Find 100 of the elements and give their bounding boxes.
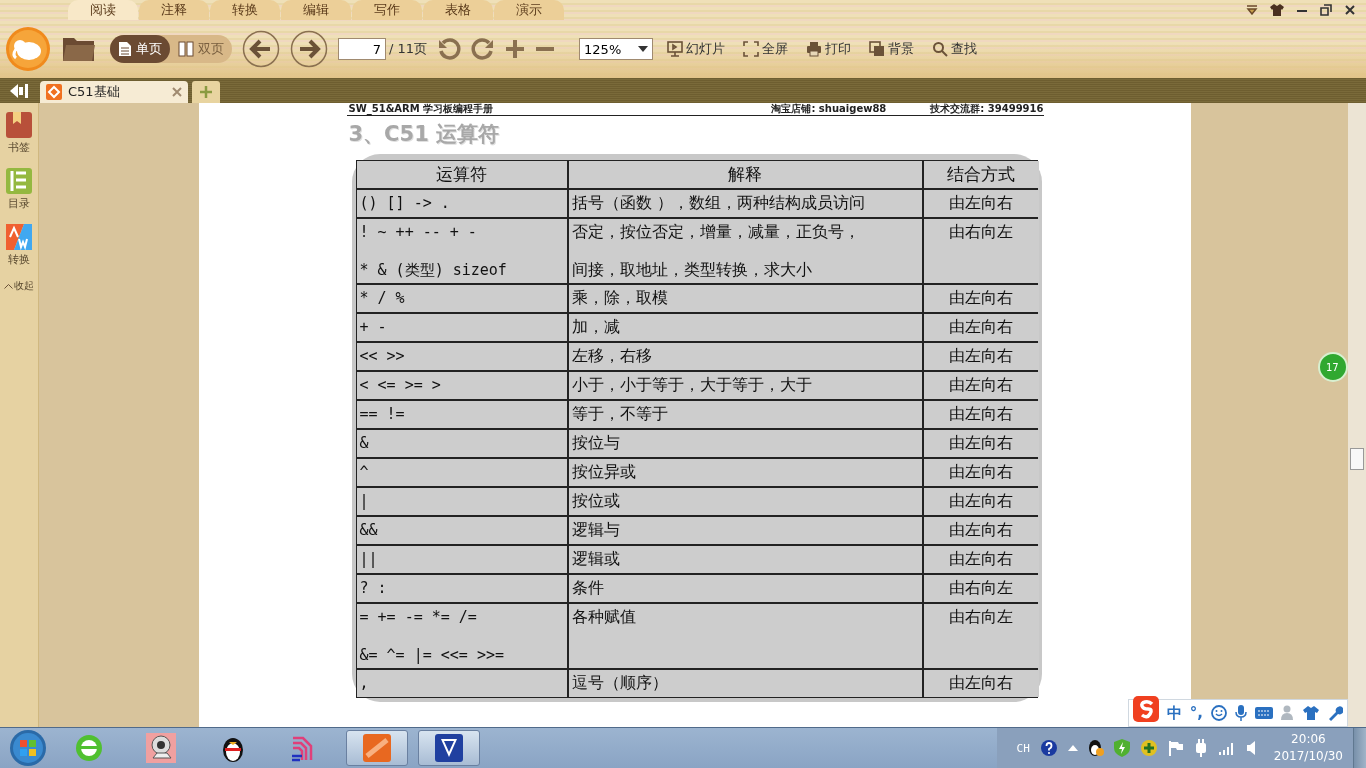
table-cell: 等于，不等于 (568, 401, 922, 428)
table-cell: | (356, 488, 567, 515)
table-cell: + - (356, 314, 567, 341)
table-cell: < <= >= > (356, 372, 567, 399)
column-header: 结合方式 (923, 161, 1039, 188)
table-cell: 由左向右 (923, 314, 1039, 341)
table-cell: 括号（函数 ），数组，两种结构成员访问 (568, 190, 922, 217)
view-mode-button[interactable]: 单页 (110, 35, 170, 63)
toc-icon (5, 167, 33, 195)
table-cell: 由左向右 (923, 430, 1039, 457)
menu-tab[interactable]: 阅读 (68, 0, 138, 20)
shield-icon[interactable] (1113, 739, 1130, 757)
caret-icon (4, 283, 13, 289)
folder-icon[interactable] (62, 35, 96, 63)
ime-mode[interactable]: 中 (1166, 703, 1182, 723)
table-cell: 由左向右 (923, 401, 1039, 428)
close-icon[interactable] (1344, 4, 1356, 16)
shirt-icon[interactable] (1303, 706, 1319, 720)
power-plug-icon[interactable] (1193, 739, 1208, 757)
show-hidden-icons-icon[interactable] (1067, 744, 1078, 752)
table-cell: * / % (356, 285, 567, 312)
page-icon (118, 41, 132, 57)
menu-tab[interactable]: 编辑 (281, 0, 351, 20)
page-total: / 11页 (389, 40, 428, 58)
slideshow-icon (667, 41, 684, 57)
collapse-button[interactable]: 收起 (4, 279, 34, 293)
rotate-left-icon[interactable] (437, 37, 462, 61)
table-cell: 加，减 (568, 314, 922, 341)
table-cell: 由右向左 (923, 575, 1039, 602)
table-cell: && (356, 517, 567, 544)
ime-punctuation[interactable]: °, (1189, 704, 1203, 722)
table-cell: 逻辑或 (568, 546, 922, 573)
table-cell: & (356, 430, 567, 457)
scrollbar[interactable] (1348, 103, 1366, 727)
search-icon (932, 41, 949, 57)
convert-icon (5, 223, 33, 251)
search-button[interactable]: 查找 (928, 40, 982, 58)
help-icon[interactable] (1039, 739, 1058, 757)
zoom-dropdown[interactable]: 125% (579, 38, 654, 60)
table-cell: 由左向右 (923, 670, 1039, 697)
elephant-logo-icon[interactable] (4, 25, 52, 73)
microphone-icon[interactable] (1235, 705, 1247, 721)
rotate-right-icon[interactable] (471, 37, 496, 61)
toc-button[interactable]: 目录 (5, 167, 33, 211)
table-cell: 由左向右 (923, 372, 1039, 399)
menu-tab[interactable]: 演示 (494, 0, 564, 20)
webcam-icon (145, 732, 177, 764)
wrench-icon[interactable] (1327, 705, 1343, 721)
header-title: SW_51&ARM 学习板编程手册 (348, 103, 494, 114)
dropdown-caret-icon (638, 46, 649, 52)
bookmark-button[interactable]: 书签 (5, 111, 33, 155)
menu-tab[interactable]: 写作 (352, 0, 422, 20)
speaker-icon[interactable] (1245, 740, 1256, 756)
table-cell: == != (356, 401, 567, 428)
flag-icon[interactable] (1167, 740, 1184, 756)
menu-tab[interactable]: 表格 (423, 0, 493, 20)
page-number-field[interactable]: 7 (338, 38, 386, 60)
slideshow-button[interactable]: 幻灯片 (663, 40, 730, 58)
table-cell: 条件 (568, 575, 922, 602)
table-cell: = += -= *= /= &= ^= |= <<= >>= (356, 604, 567, 668)
user-icon[interactable] (1281, 705, 1295, 721)
convert-button[interactable]: 转换 (5, 223, 33, 267)
show-desktop-button[interactable] (1353, 728, 1366, 768)
table-cell: 按位异或 (568, 459, 922, 486)
document-tab[interactable]: C51基础 (40, 81, 188, 103)
sidebar-toggle-icon[interactable] (10, 83, 28, 98)
two-page-icon (178, 41, 194, 57)
fullscreen-button[interactable]: 全屏 (739, 40, 793, 58)
table-cell: () [] -> . (356, 190, 567, 217)
table-cell: 由左向右 (923, 488, 1039, 515)
table-cell: 逻辑与 (568, 517, 922, 544)
zoom-in-icon[interactable] (505, 39, 526, 59)
menu-tab[interactable]: 注释 (139, 0, 209, 20)
print-button[interactable]: 打印 (802, 40, 856, 58)
table-cell: 小于，小于等于，大于等于，大于 (568, 372, 922, 399)
table-cell: << >> (356, 343, 567, 370)
table-cell: ! ~ ++ -- + - * & (类型) sizeof (356, 219, 567, 283)
start-button[interactable] (8, 728, 48, 768)
background-button[interactable]: 背景 (865, 40, 919, 58)
print-icon (806, 41, 823, 57)
smiley-icon[interactable] (1211, 705, 1227, 721)
ime-logo-icon[interactable] (1132, 696, 1159, 722)
column-header: 运算符 (356, 161, 567, 188)
signal-icon[interactable] (1217, 741, 1236, 755)
document-icon (46, 84, 62, 100)
bookmark-icon (5, 111, 33, 139)
plus-circle-icon[interactable] (1139, 739, 1158, 757)
shirt-icon[interactable] (1270, 4, 1284, 16)
restore-icon[interactable] (1320, 4, 1332, 16)
new-tab-button[interactable] (192, 81, 220, 103)
table-cell: 由右向左 (923, 219, 1039, 283)
document-tab-label[interactable]: C51基础 (68, 83, 166, 101)
header-group: 技术交流群: 39499916 (930, 103, 1044, 114)
plus-icon (200, 86, 212, 98)
table-cell: 各种赋值 (568, 604, 922, 668)
dropdown-icon[interactable] (1246, 5, 1258, 15)
menu-tab[interactable]: 转换 (210, 0, 280, 20)
penguin-icon[interactable] (1087, 739, 1104, 757)
table-cell: 乘，除，取模 (568, 285, 922, 312)
keyboard-icon[interactable] (1255, 707, 1273, 719)
